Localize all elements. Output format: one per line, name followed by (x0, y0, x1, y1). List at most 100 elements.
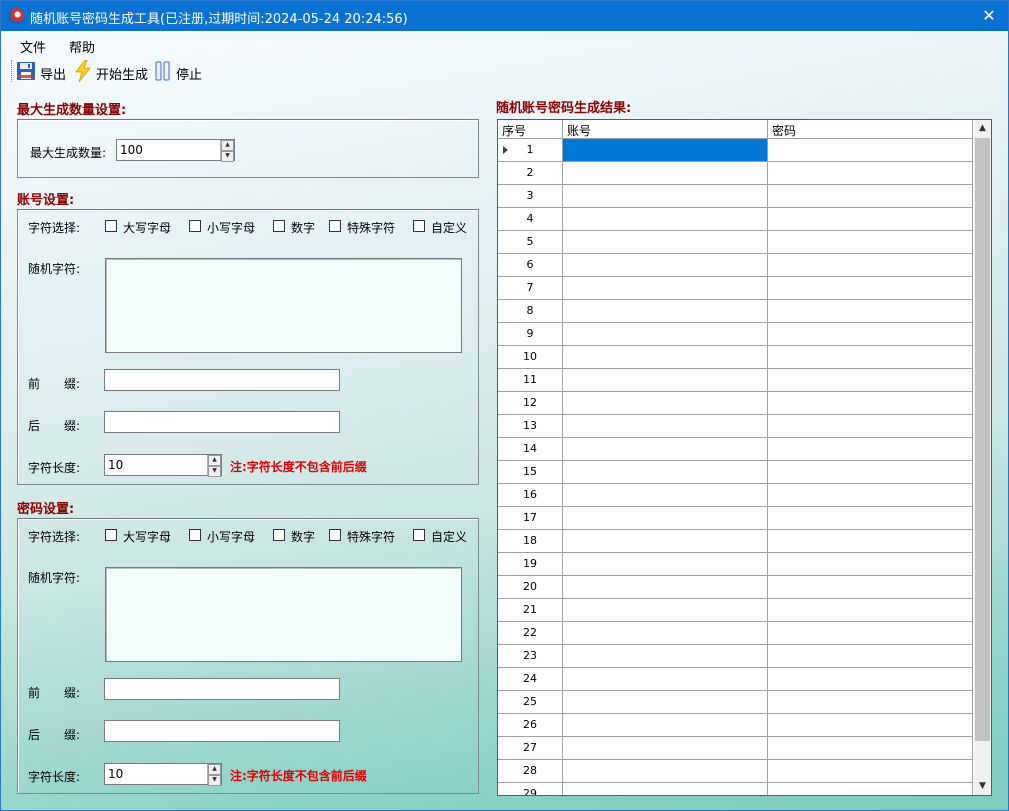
account-cell[interactable] (563, 484, 768, 506)
menu-file[interactable]: 文件 (20, 37, 46, 56)
table-row[interactable]: 26 (498, 714, 973, 737)
account-cell[interactable] (563, 208, 768, 230)
table-row[interactable]: 22 (498, 622, 973, 645)
password-digits-checkbox[interactable] (273, 529, 285, 541)
table-row[interactable]: 1 (498, 139, 973, 162)
table-row[interactable]: 5 (498, 231, 973, 254)
row-index-cell[interactable]: 8 (498, 300, 563, 322)
row-index-cell[interactable]: 29 (498, 783, 563, 795)
row-index-cell[interactable]: 11 (498, 369, 563, 391)
row-index-cell[interactable]: 12 (498, 392, 563, 414)
row-index-cell[interactable]: 9 (498, 323, 563, 345)
password-lowercase-checkbox[interactable] (189, 529, 201, 541)
table-row[interactable]: 2 (498, 162, 973, 185)
password-random-chars-textarea[interactable] (105, 567, 462, 662)
account-cell[interactable] (563, 760, 768, 782)
close-button[interactable]: ✕ (970, 1, 1008, 31)
scroll-down-icon[interactable]: ▼ (974, 778, 991, 795)
account-cell[interactable] (563, 346, 768, 368)
account-digits-checkbox[interactable] (273, 220, 285, 232)
account-cell[interactable] (563, 530, 768, 552)
table-row[interactable]: 13 (498, 415, 973, 438)
password-cell[interactable] (768, 461, 973, 483)
table-row[interactable]: 16 (498, 484, 973, 507)
account-cell[interactable] (563, 369, 768, 391)
results-grid[interactable]: 序号 账号 密码 1 2 3 4 5 6 7 8 9 10 11 12 13 14 15 16 17 18 19 20… (497, 119, 992, 796)
max-quantity-spinner[interactable]: ▲ ▼ (220, 140, 234, 162)
password-cell[interactable] (768, 622, 973, 644)
account-cell[interactable] (563, 507, 768, 529)
account-special-checkbox[interactable] (329, 220, 341, 232)
password-cell[interactable] (768, 231, 973, 253)
password-cell[interactable] (768, 507, 973, 529)
stop-button[interactable]: 停止 (154, 60, 202, 83)
account-cell[interactable] (563, 415, 768, 437)
row-index-cell[interactable]: 24 (498, 668, 563, 690)
table-row[interactable]: 18 (498, 530, 973, 553)
password-cell[interactable] (768, 392, 973, 414)
password-cell[interactable] (768, 323, 973, 345)
table-row[interactable]: 17 (498, 507, 973, 530)
grid-vertical-scrollbar[interactable]: ▲ ▼ (974, 120, 991, 795)
account-random-chars-textarea[interactable] (105, 258, 462, 353)
account-cell[interactable] (563, 438, 768, 460)
row-index-cell[interactable]: 2 (498, 162, 563, 184)
row-index-cell[interactable]: 28 (498, 760, 563, 782)
account-cell[interactable] (563, 162, 768, 184)
row-index-cell[interactable]: 27 (498, 737, 563, 759)
password-special-checkbox[interactable] (329, 529, 341, 541)
account-cell[interactable] (563, 461, 768, 483)
account-lowercase-checkbox[interactable] (189, 220, 201, 232)
password-prefix-input[interactable] (104, 678, 340, 700)
row-index-cell[interactable]: 5 (498, 231, 563, 253)
password-cell[interactable] (768, 208, 973, 230)
table-row[interactable]: 21 (498, 599, 973, 622)
account-cell[interactable] (563, 714, 768, 736)
menu-help[interactable]: 帮助 (69, 37, 95, 56)
row-index-cell[interactable]: 10 (498, 346, 563, 368)
account-uppercase-checkbox[interactable] (105, 220, 117, 232)
row-index-cell[interactable]: 13 (498, 415, 563, 437)
table-row[interactable]: 24 (498, 668, 973, 691)
column-header-account[interactable]: 账号 (563, 120, 768, 138)
table-row[interactable]: 10 (498, 346, 973, 369)
table-row[interactable]: 19 (498, 553, 973, 576)
row-index-cell[interactable]: 4 (498, 208, 563, 230)
export-button[interactable]: 导出 (16, 60, 66, 83)
spin-up-icon[interactable]: ▲ (221, 140, 234, 151)
spin-down-icon[interactable]: ▼ (208, 775, 221, 786)
table-row[interactable]: 20 (498, 576, 973, 599)
password-cell[interactable] (768, 484, 973, 506)
password-cell[interactable] (768, 714, 973, 736)
table-row[interactable]: 15 (498, 461, 973, 484)
account-cell[interactable] (563, 622, 768, 644)
table-row[interactable]: 7 (498, 277, 973, 300)
table-row[interactable]: 8 (498, 300, 973, 323)
scroll-thumb[interactable] (975, 138, 990, 741)
row-index-cell[interactable]: 21 (498, 599, 563, 621)
password-cell[interactable] (768, 691, 973, 713)
account-cell[interactable] (563, 139, 768, 161)
account-cell[interactable] (563, 668, 768, 690)
password-cell[interactable] (768, 162, 973, 184)
row-index-cell[interactable]: 18 (498, 530, 563, 552)
spin-up-icon[interactable]: ▲ (208, 455, 221, 466)
password-cell[interactable] (768, 668, 973, 690)
table-row[interactable]: 29 (498, 783, 973, 795)
password-cell[interactable] (768, 783, 973, 795)
row-index-cell[interactable]: 22 (498, 622, 563, 644)
spin-down-icon[interactable]: ▼ (208, 466, 221, 477)
row-index-cell[interactable]: 20 (498, 576, 563, 598)
account-cell[interactable] (563, 599, 768, 621)
password-cell[interactable] (768, 576, 973, 598)
password-uppercase-checkbox[interactable] (105, 529, 117, 541)
account-prefix-input[interactable] (104, 369, 340, 391)
password-cell[interactable] (768, 300, 973, 322)
account-cell[interactable] (563, 392, 768, 414)
table-row[interactable]: 11 (498, 369, 973, 392)
account-cell[interactable] (563, 553, 768, 575)
password-length-input[interactable]: 10 (104, 763, 222, 785)
row-index-cell[interactable]: 3 (498, 185, 563, 207)
account-custom-checkbox[interactable] (413, 220, 425, 232)
account-length-spinner[interactable]: ▲ ▼ (207, 455, 221, 477)
